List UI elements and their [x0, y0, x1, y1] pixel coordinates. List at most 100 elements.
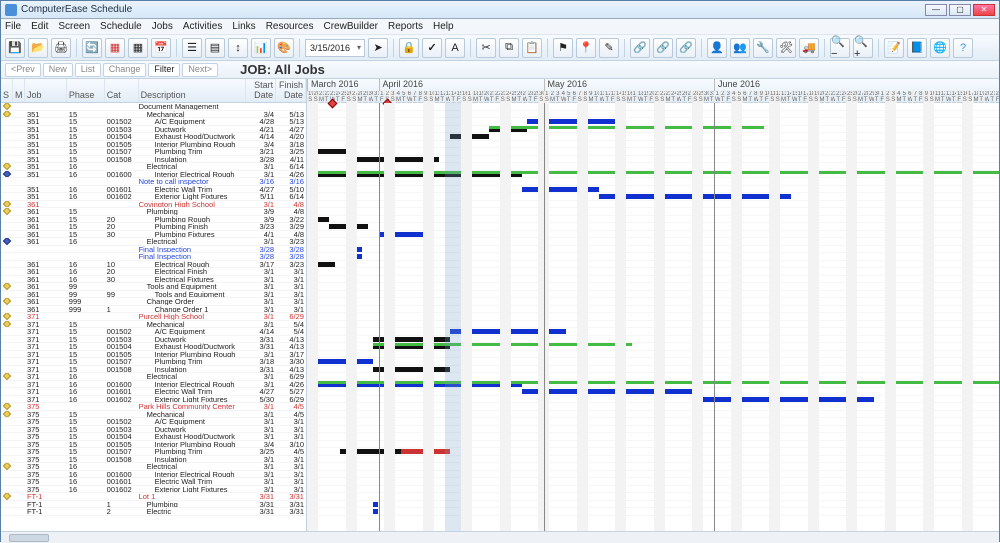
chart-icon[interactable]: 📊	[251, 38, 271, 58]
task-row[interactable]: 371Purcell High School3/16/29	[1, 313, 306, 321]
change-button[interactable]: Change	[103, 63, 147, 77]
task-row[interactable]: 3611520Plumbing Rough3/93/22	[1, 216, 306, 224]
font-icon[interactable]: A	[445, 38, 465, 58]
truck-icon[interactable]: 🚚	[799, 38, 819, 58]
task-row[interactable]: 36116Electrical3/13/23	[1, 238, 306, 246]
link-icon[interactable]: 🔗	[630, 38, 650, 58]
task-row[interactable]: 35115001503Ductwork4/214/27	[1, 126, 306, 134]
task-row[interactable]: 37116001600Interior Electrical Rough3/14…	[1, 381, 306, 389]
calendar-icon[interactable]: ▦	[105, 38, 125, 58]
task-row[interactable]: 35116001602Exterior Light Fixtures5/116/…	[1, 193, 306, 201]
link3-icon[interactable]: 🔗	[676, 38, 696, 58]
task-row[interactable]: 37115001504Exhaust Hood/Ductwork3/314/13	[1, 343, 306, 351]
task-row[interactable]: 37516001600Interior Electrical Rough3/13…	[1, 471, 306, 479]
task-row[interactable]: 36199Tools and Equipment3/13/1	[1, 283, 306, 291]
task-row[interactable]: 37115001505Interior Plumbing Rough3/13/1…	[1, 351, 306, 359]
task-row[interactable]: 3619991Change Order 13/13/1	[1, 306, 306, 314]
col-start[interactable]: Start Date	[246, 79, 276, 102]
menu-links[interactable]: Links	[232, 21, 255, 32]
maximize-button[interactable]: ▢	[949, 4, 971, 16]
users-icon[interactable]: 👥	[730, 38, 750, 58]
user-icon[interactable]: 👤	[707, 38, 727, 58]
menu-crewbuilder[interactable]: CrewBuilder	[324, 21, 378, 32]
day-view-icon[interactable]: 📅	[151, 38, 171, 58]
col-job[interactable]: Job	[25, 79, 67, 102]
task-row[interactable]: 35115001504Exhaust Hood/Ductwork4/144/20	[1, 133, 306, 141]
horizontal-scrollbar[interactable]	[1, 531, 999, 543]
paste-icon[interactable]: 📋	[522, 38, 542, 58]
zoom-out-icon[interactable]: 🔍−	[830, 38, 850, 58]
menu-screen[interactable]: Screen	[58, 21, 90, 32]
col-s[interactable]: S	[1, 79, 13, 102]
lock-icon[interactable]: 🔒	[399, 38, 419, 58]
task-row[interactable]: 3611620Electrical Finish3/13/1	[1, 268, 306, 276]
goto-today-icon[interactable]: ➤	[368, 38, 388, 58]
wrench-icon[interactable]: 🔧	[753, 38, 773, 58]
task-row[interactable]: FT-1Lot 13/313/31	[1, 493, 306, 501]
task-row[interactable]: 37515001507Plumbing Trim3/254/5	[1, 448, 306, 456]
flag-icon[interactable]: ⚑	[553, 38, 573, 58]
task-row[interactable]: 3611630Electrical Fixtures3/13/1	[1, 276, 306, 284]
list-button[interactable]: List	[75, 63, 101, 77]
task-row[interactable]: Document Management	[1, 103, 306, 111]
copy-icon[interactable]: ⧉	[499, 38, 519, 58]
col-cat[interactable]: Cat	[105, 79, 139, 102]
task-row[interactable]: 37116Electrical3/16/29	[1, 373, 306, 381]
menu-reports[interactable]: Reports	[388, 21, 423, 32]
task-row[interactable]: 35115001507Plumbing Trim3/213/25	[1, 148, 306, 156]
menu-file[interactable]: File	[5, 21, 21, 32]
gantt-bar[interactable]	[489, 126, 764, 129]
help-icon[interactable]: ?	[953, 38, 973, 58]
scroll-thumb[interactable]	[9, 534, 49, 542]
task-row[interactable]: 37115001502A/C Equipment4/145/4	[1, 328, 306, 336]
task-row[interactable]: Note to call inspector3/163/16	[1, 178, 306, 186]
tool-icon[interactable]: 🛠	[776, 38, 796, 58]
task-row[interactable]: 35116001600Interior Electrical Rough3/14…	[1, 171, 306, 179]
task-row[interactable]: 35115001505Interior Plumbing Rough3/43/1…	[1, 141, 306, 149]
list-icon[interactable]: ☰	[182, 38, 202, 58]
zoom-in-icon[interactable]: 🔍+	[853, 38, 873, 58]
task-row[interactable]: 37515001505Interior Plumbing Rough3/43/1…	[1, 441, 306, 449]
task-row[interactable]: 37115001503Ductwork3/314/13	[1, 336, 306, 344]
task-row[interactable]: FT-11Plumbing3/313/31	[1, 501, 306, 509]
task-row[interactable]: 361999Change Order3/13/1	[1, 298, 306, 306]
task-row[interactable]: 37515Mechanical3/14/5	[1, 411, 306, 419]
task-row[interactable]: 361Covington High School3/14/8	[1, 201, 306, 209]
task-row[interactable]: 3619999Tools and Equipment3/13/1	[1, 291, 306, 299]
new-button[interactable]: New	[43, 63, 73, 77]
task-row[interactable]: 37516Electrical3/13/1	[1, 463, 306, 471]
task-row[interactable]: 37515001508Insulation3/13/1	[1, 456, 306, 464]
task-row[interactable]: 37515001503Ductwork3/13/1	[1, 426, 306, 434]
spell-icon[interactable]: ✓	[422, 38, 442, 58]
cut-icon[interactable]: ✂	[476, 38, 496, 58]
task-row[interactable]: 37516001602Exterior Light Fixtures3/13/1	[1, 486, 306, 494]
filter-button[interactable]: Filter	[148, 63, 180, 77]
menu-jobs[interactable]: Jobs	[152, 21, 173, 32]
sort-icon[interactable]: ↕	[228, 38, 248, 58]
menu-schedule[interactable]: Schedule	[100, 21, 142, 32]
task-row[interactable]: 37116001601Electric Wall Trim4/275/27	[1, 388, 306, 396]
grid-icon[interactable]: ▦	[128, 38, 148, 58]
task-row[interactable]: 37515001504Exhaust Hood/Ductwork3/13/1	[1, 433, 306, 441]
task-row[interactable]: 375Park Hills Community Center3/14/5	[1, 403, 306, 411]
col-finish[interactable]: Finish Date	[276, 79, 306, 102]
book-icon[interactable]: 📘	[907, 38, 927, 58]
open-icon[interactable]: 📂	[28, 38, 48, 58]
menu-resources[interactable]: Resources	[266, 21, 314, 32]
gantt-chart[interactable]: March 2016April 2016May 2016June 201619S…	[307, 79, 999, 531]
prev-button[interactable]: <Prev	[5, 63, 41, 77]
date-picker[interactable]: 3/15/2016	[305, 39, 365, 57]
print-icon[interactable]: 🖨	[51, 38, 71, 58]
col-desc[interactable]: Description	[139, 79, 247, 102]
task-row[interactable]: 37115Mechanical3/15/4	[1, 321, 306, 329]
task-row[interactable]: 37515001502A/C Equipment3/13/1	[1, 418, 306, 426]
task-row[interactable]: 37115001507Plumbing Trim3/183/30	[1, 358, 306, 366]
task-row[interactable]: 35116Electrical3/16/14	[1, 163, 306, 171]
refresh-icon[interactable]: 🔄	[82, 38, 102, 58]
bars-icon[interactable]: ▤	[205, 38, 225, 58]
close-button[interactable]: ✕	[973, 4, 995, 16]
menu-help[interactable]: Help	[433, 21, 454, 32]
color-icon[interactable]: 🎨	[274, 38, 294, 58]
globe-icon[interactable]: 🌐	[930, 38, 950, 58]
task-row[interactable]: Final Inspection3/283/28	[1, 246, 306, 254]
